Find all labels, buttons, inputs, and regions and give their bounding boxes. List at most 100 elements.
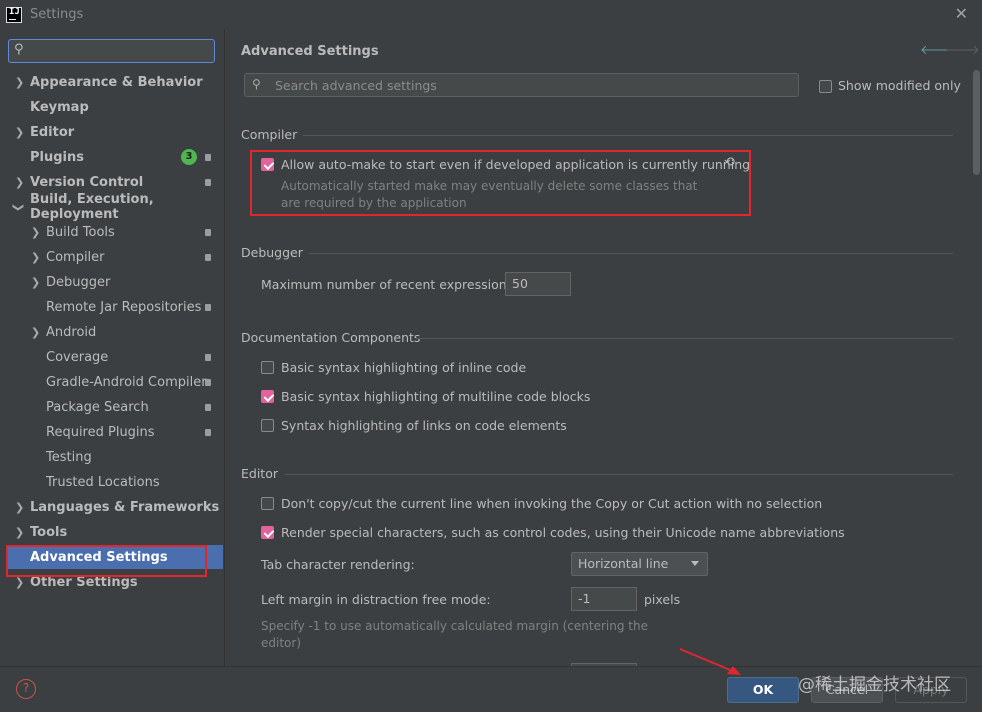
project-level-icon	[205, 304, 211, 311]
sidebar-item-label: Coverage	[46, 349, 109, 365]
advanced-settings-panel: Advanced Settings 🡐 🡒 ⚲ Show modified on…	[224, 30, 982, 673]
inline-code-checkbox[interactable]	[261, 361, 274, 374]
sidebar-item-label: Plugins	[30, 149, 84, 165]
tab-rendering-value: Horizontal line	[578, 556, 669, 571]
advanced-settings-search-input[interactable]	[275, 77, 775, 93]
no-copy-line-label: Don't copy/cut the current line when inv…	[281, 496, 823, 511]
sidebar-item-remote-jar-repositories[interactable]: Remote Jar Repositories	[0, 295, 224, 319]
annotation-arrow-icon	[679, 648, 741, 675]
sidebar-item-label: Debugger	[46, 274, 111, 290]
sidebar-item-debugger[interactable]: ❯ Debugger	[0, 270, 224, 294]
sidebar-item-label: Compiler	[46, 249, 105, 265]
sidebar-item-build-execution-deployment[interactable]: ❯ Build, Execution, Deployment	[0, 192, 224, 222]
sidebar-item-android[interactable]: ❯ Android	[0, 320, 224, 344]
sidebar-item-appearance-behavior[interactable]: ❯ Appearance & Behavior	[0, 70, 224, 94]
tab-rendering-dropdown[interactable]: Horizontal line	[571, 552, 708, 576]
sidebar-item-plugins[interactable]: Plugins 3	[0, 145, 224, 169]
dropdown-arrow-icon	[691, 561, 699, 566]
left-margin-hint-line1: Specify -1 to use automatically calculat…	[261, 619, 648, 633]
window-title: Settings	[30, 7, 84, 22]
title-bar: IJ Settings ✕	[0, 0, 982, 30]
section-divider	[303, 135, 953, 136]
render-special-label: Render special characters, such as contr…	[281, 525, 845, 540]
sidebar-item-label: Remote Jar Repositories	[46, 299, 202, 315]
forward-arrow-icon[interactable]: 🡒	[945, 42, 980, 58]
chevron-right-icon: ❯	[15, 125, 25, 139]
project-level-icon	[205, 254, 211, 261]
sidebar-item-package-search[interactable]: Package Search	[0, 395, 224, 419]
sidebar-item-label: Keymap	[30, 99, 89, 115]
render-special-checkbox[interactable]	[261, 526, 274, 539]
sidebar-item-keymap[interactable]: Keymap	[0, 95, 224, 119]
sidebar-item-label: Package Search	[46, 399, 149, 415]
code-links-checkbox[interactable]	[261, 419, 274, 432]
sidebar-item-languages-frameworks[interactable]: ❯ Languages & Frameworks	[0, 495, 224, 519]
left-margin-unit: pixels	[644, 592, 681, 607]
sidebar-item-build-tools[interactable]: ❯ Build Tools	[0, 220, 224, 244]
section-documentation-components: Documentation Components	[241, 330, 421, 345]
sidebar-item-trusted-locations[interactable]: Trusted Locations	[0, 470, 224, 494]
sidebar-item-label: Languages & Frameworks	[30, 499, 220, 515]
settings-search-input[interactable]: ⚲	[8, 39, 215, 63]
sidebar-item-label: Android	[46, 324, 97, 340]
project-level-icon	[205, 379, 211, 386]
sidebar-item-tools[interactable]: ❯ Tools	[0, 520, 224, 544]
sidebar-item-editor[interactable]: ❯ Editor	[0, 120, 224, 144]
help-icon[interactable]: ?	[16, 679, 36, 699]
left-margin-hint-line2: editor)	[261, 636, 301, 650]
sidebar-item-coverage[interactable]: Coverage	[0, 345, 224, 369]
close-icon[interactable]: ✕	[955, 4, 968, 23]
chevron-right-icon: ❯	[15, 75, 25, 89]
max-expressions-field[interactable]: 50	[505, 272, 571, 296]
sidebar-item-label: Testing	[46, 449, 92, 465]
search-icon: ⚲	[252, 77, 261, 91]
show-modified-label: Show modified only	[838, 78, 961, 93]
ok-button[interactable]: OK	[727, 677, 799, 703]
sidebar-item-compiler[interactable]: ❯ Compiler	[0, 245, 224, 269]
tab-rendering-label: Tab character rendering:	[261, 557, 415, 572]
sidebar-item-label: Version Control	[30, 174, 144, 190]
chevron-right-icon: ❯	[31, 250, 41, 264]
sidebar-item-gradle-android-compiler[interactable]: Gradle-Android Compiler	[0, 370, 224, 394]
sidebar-item-label: Build, Execution, Deployment	[30, 192, 154, 222]
multiline-code-checkbox[interactable]	[261, 390, 274, 403]
sidebar-item-testing[interactable]: Testing	[0, 445, 224, 469]
project-level-icon	[205, 354, 211, 361]
section-divider	[309, 253, 953, 254]
highlight-box-compiler	[250, 150, 751, 216]
project-level-icon	[205, 229, 211, 236]
sidebar-item-label: Editor	[30, 124, 75, 140]
sidebar-item-label: Appearance & Behavior	[30, 74, 203, 90]
search-icon: ⚲	[14, 42, 24, 57]
page-title: Advanced Settings	[241, 44, 379, 59]
intellij-logo-icon: IJ	[6, 7, 22, 23]
section-debugger: Debugger	[241, 245, 303, 260]
sidebar-item-version-control[interactable]: ❯ Version Control	[0, 170, 224, 194]
project-level-icon	[205, 154, 211, 161]
section-divider	[415, 338, 953, 339]
project-level-icon	[205, 429, 211, 436]
sidebar-item-label: Tools	[30, 524, 68, 540]
chevron-right-icon: ❯	[15, 525, 25, 539]
no-copy-line-checkbox[interactable]	[261, 497, 274, 510]
chevron-right-icon: ❯	[15, 500, 25, 514]
project-level-icon	[205, 179, 211, 186]
show-modified-checkbox[interactable]	[819, 80, 832, 93]
sidebar-item-label: Gradle-Android Compiler	[46, 374, 207, 390]
advanced-settings-search[interactable]: ⚲	[244, 73, 799, 97]
sidebar-item-label: Build Tools	[46, 224, 115, 240]
section-editor: Editor	[241, 466, 278, 481]
left-margin-label: Left margin in distraction free mode:	[261, 592, 491, 607]
highlight-box-sidebar	[6, 545, 207, 577]
chevron-right-icon: ❯	[31, 275, 41, 289]
sidebar-item-label: Required Plugins	[46, 424, 155, 440]
project-level-icon	[205, 404, 211, 411]
sidebar-item-required-plugins[interactable]: Required Plugins	[0, 420, 224, 444]
left-margin-field[interactable]: -1	[571, 587, 637, 611]
chevron-right-icon: ❯	[31, 325, 41, 339]
scrollbar[interactable]	[973, 70, 980, 175]
multiline-code-label: Basic syntax highlighting of multiline c…	[281, 389, 591, 404]
chevron-right-icon: ❯	[31, 225, 41, 239]
sidebar-item-label: Trusted Locations	[46, 474, 160, 490]
chevron-right-icon: ❯	[15, 175, 25, 189]
